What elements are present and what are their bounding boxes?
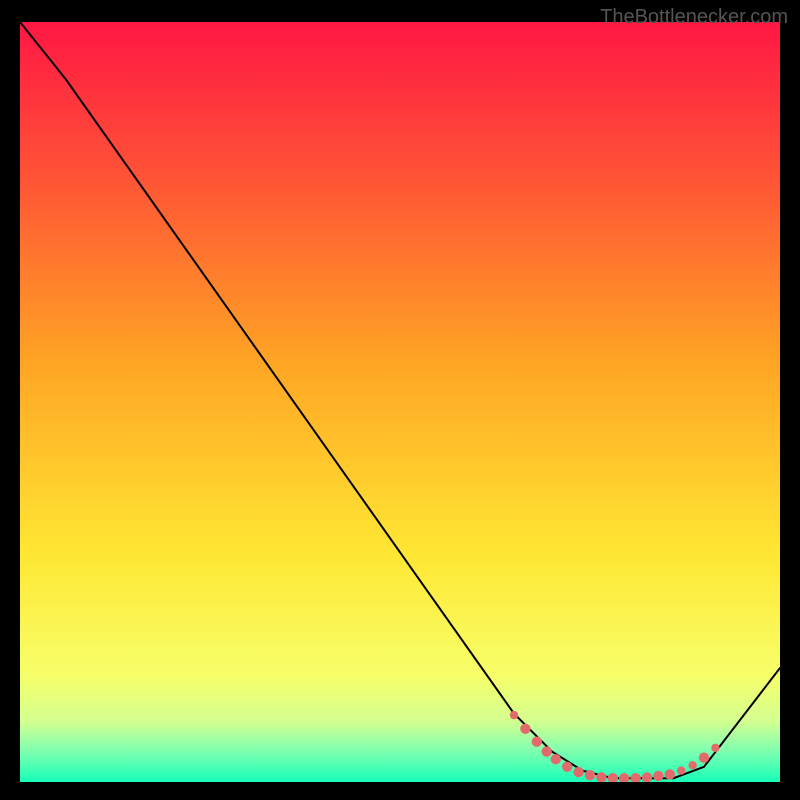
- highlight-dot: [562, 762, 572, 772]
- highlight-dot: [653, 771, 663, 781]
- highlight-dot: [541, 746, 551, 756]
- highlight-dot: [699, 752, 709, 762]
- highlight-dot: [520, 724, 530, 734]
- highlight-dot: [677, 766, 685, 774]
- chart-container: TheBottlenecker.com: [0, 0, 800, 800]
- highlight-dot: [665, 769, 675, 779]
- highlight-dot: [573, 767, 583, 777]
- highlight-dot: [551, 754, 561, 764]
- highlight-dot: [585, 770, 595, 780]
- chart-plot-area: [20, 22, 780, 782]
- highlight-dot: [711, 744, 719, 752]
- bottleneck-chart: [20, 22, 780, 782]
- highlight-dot: [510, 711, 518, 719]
- attribution-label: TheBottlenecker.com: [600, 6, 788, 29]
- highlight-dot: [688, 761, 696, 769]
- highlight-dot: [532, 737, 542, 747]
